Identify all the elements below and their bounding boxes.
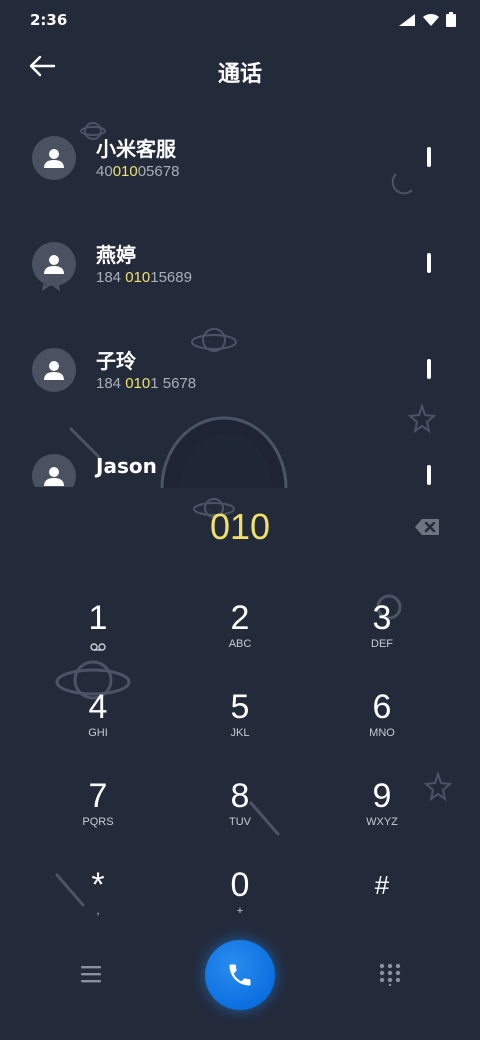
- key-8[interactable]: 8 TUV: [180, 778, 300, 858]
- contact-more-button[interactable]: [427, 253, 431, 273]
- key-5[interactable]: 5 JKL: [180, 689, 300, 769]
- contact-item[interactable]: 子玲 184 0101 5678: [0, 317, 480, 423]
- contact-number: 184 01015689: [96, 269, 192, 286]
- keypad-icon: [379, 963, 401, 987]
- key-4[interactable]: 4 GHI: [38, 689, 158, 769]
- header: 通话: [0, 44, 480, 96]
- battery-icon: [446, 12, 456, 27]
- backspace-icon: [415, 519, 439, 535]
- menu-icon: [81, 966, 101, 983]
- bottom-bar: [0, 940, 480, 1010]
- signal-icon: [399, 13, 415, 26]
- key-1[interactable]: 1: [38, 600, 158, 680]
- contact-name: Jason: [96, 454, 157, 478]
- key-star[interactable]: * ,: [38, 867, 158, 947]
- contact-item[interactable]: Jason: [0, 423, 480, 487]
- key-9[interactable]: 9 WXYZ: [322, 778, 442, 858]
- page-title: 通话: [217, 62, 262, 87]
- avatar: [32, 242, 76, 286]
- person-icon: [44, 149, 64, 168]
- contact-list: 小米客服 4001005678 燕婷 184 01015689 子玲 184 0…: [0, 105, 480, 487]
- contact-name: 燕婷: [96, 243, 136, 267]
- contact-more-button[interactable]: [427, 359, 431, 379]
- key-2[interactable]: 2 ABC: [180, 600, 300, 680]
- avatar: [32, 454, 76, 487]
- contact-name: 子玲: [96, 349, 136, 373]
- menu-button[interactable]: [80, 964, 102, 984]
- status-bar: 2:36: [0, 0, 480, 40]
- person-icon: [44, 467, 64, 486]
- contact-item[interactable]: 燕婷 184 01015689: [0, 211, 480, 317]
- contact-number: 4001005678: [96, 163, 180, 180]
- backspace-button[interactable]: [414, 518, 440, 536]
- dialed-number: 010: [209, 506, 271, 547]
- status-time: 2:36: [30, 11, 68, 29]
- wifi-icon: [423, 13, 439, 26]
- person-icon: [44, 255, 64, 274]
- key-3[interactable]: 3 DEF: [322, 600, 442, 680]
- status-icons: [398, 12, 456, 27]
- avatar: [32, 136, 76, 180]
- key-6[interactable]: 6 MNO: [322, 689, 442, 769]
- person-icon: [44, 361, 64, 380]
- key-7[interactable]: 7 PQRS: [38, 778, 158, 858]
- contact-number: 184 0101 5678: [96, 375, 197, 392]
- key-hash[interactable]: #: [322, 867, 442, 947]
- contact-name: 小米客服: [96, 137, 176, 161]
- contact-more-button[interactable]: [427, 147, 431, 167]
- contact-more-button[interactable]: [427, 465, 431, 485]
- contact-item[interactable]: 小米客服 4001005678: [0, 105, 480, 211]
- avatar: [32, 348, 76, 392]
- keypad-toggle-button[interactable]: [378, 962, 402, 987]
- voicemail-icon: [90, 643, 106, 651]
- phone-icon: [229, 964, 251, 986]
- call-button[interactable]: [205, 940, 275, 1010]
- key-0[interactable]: 0 +: [180, 867, 300, 947]
